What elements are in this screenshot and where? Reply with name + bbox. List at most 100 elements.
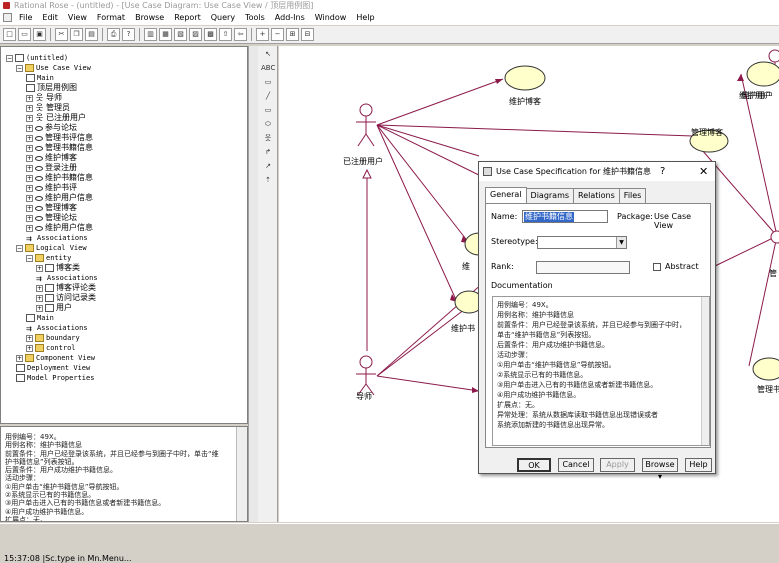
tree-item[interactable]: 顶层用例图 [26, 83, 77, 93]
expand-toggle-icon[interactable]: + [26, 224, 33, 232]
browse-parent-icon[interactable]: ⇧ [219, 28, 232, 41]
rank-field[interactable] [536, 261, 630, 274]
ok-button[interactable]: OK [517, 458, 551, 472]
expand-toggle-icon[interactable]: + [26, 344, 33, 352]
help-icon[interactable]: ? [660, 162, 665, 181]
expand-toggle-icon[interactable]: + [26, 204, 33, 212]
association-tool-icon[interactable]: ↱ [261, 146, 275, 158]
view-docs-icon[interactable]: ▥ [144, 28, 157, 41]
menu-format[interactable]: Format [92, 11, 130, 25]
tree-item[interactable]: Main [26, 313, 54, 323]
close-icon[interactable]: ✕ [699, 162, 708, 181]
tree-item[interactable]: Model Properties [16, 373, 94, 383]
dialog-title-bar[interactable]: Use Case Specification for 维护书籍信息 ? ✕ [479, 162, 715, 181]
menu-browse[interactable]: Browse [130, 11, 169, 25]
abstract-checkbox[interactable] [653, 263, 661, 271]
expand-toggle-icon[interactable]: + [26, 194, 33, 202]
tree-item[interactable]: ⇉ Associations [26, 233, 88, 243]
paste-icon[interactable]: ▤ [85, 28, 98, 41]
tree-item[interactable]: + 参与论坛 [26, 123, 77, 133]
selection-tool-icon[interactable]: ↖ [261, 48, 275, 60]
browse-class-diagram-icon[interactable]: ▦ [159, 28, 172, 41]
save-icon[interactable]: ▣ [33, 28, 46, 41]
tree-item[interactable]: + 管理书评信息 [26, 133, 93, 143]
tree-item[interactable]: + 维护用户信息 [26, 193, 93, 203]
menu-addins[interactable]: Add-Ins [270, 11, 310, 25]
usecase-maintain-blog[interactable] [504, 65, 546, 91]
expand-toggle-icon[interactable]: + [26, 214, 33, 222]
note-tool-icon[interactable]: ▭ [261, 76, 275, 88]
tree-item[interactable]: + 管理书籍信息 [26, 143, 93, 153]
tree-item[interactable]: + 管理论坛 [26, 213, 77, 223]
browse-interaction-icon[interactable]: ▧ [174, 28, 187, 41]
tree-root[interactable]: − (untitled) [6, 53, 68, 63]
documentation-textarea[interactable]: 用例编号：49X。 用例名称：维护书籍信息 前置条件：用户已经登录该系统，并且已经参… [492, 296, 710, 446]
tree-item[interactable]: Main [26, 73, 54, 83]
context-help-icon[interactable]: ? [122, 28, 135, 41]
zoom-out-icon[interactable]: − [271, 28, 284, 41]
expand-toggle-icon[interactable]: + [26, 124, 33, 132]
dependency-tool-icon[interactable]: ↗ [261, 160, 275, 172]
tree-item[interactable]: + 博客类 [36, 263, 80, 273]
new-icon[interactable]: □ [3, 28, 16, 41]
usecase-tool-icon[interactable]: ⬭ [261, 118, 275, 130]
actor-mentor[interactable] [356, 355, 376, 396]
window-system-icon[interactable] [3, 13, 12, 22]
tree-item[interactable]: + 维护博客 [26, 153, 77, 163]
expand-toggle-icon[interactable]: + [26, 164, 33, 172]
tree-item[interactable]: + 웃 导师 [26, 93, 62, 103]
text-tool-icon[interactable]: ABC [261, 62, 275, 74]
tree-item[interactable]: − Logical View [16, 243, 87, 253]
expand-toggle-icon[interactable]: + [16, 354, 23, 362]
browser-splitter[interactable] [248, 46, 258, 522]
tree-item[interactable]: + boundary [26, 333, 80, 343]
tab-files[interactable]: Files [618, 188, 647, 203]
tab-general[interactable]: General [485, 187, 527, 203]
menu-edit[interactable]: Edit [37, 11, 63, 25]
tree-item[interactable]: + 访问记录类 [36, 293, 96, 303]
menu-query[interactable]: Query [206, 11, 240, 25]
expand-toggle-icon[interactable]: + [36, 264, 43, 272]
apply-button[interactable]: Apply [600, 458, 635, 472]
generalization-tool-icon[interactable]: ⇡ [261, 174, 275, 186]
actor-registered-user[interactable] [356, 103, 376, 147]
actor-admin[interactable] [770, 230, 779, 244]
tree-item[interactable]: + 用户 [36, 303, 72, 313]
usecase-manage-book[interactable] [752, 357, 779, 381]
print-icon[interactable]: ⎙ [107, 28, 120, 41]
menu-view[interactable]: View [63, 11, 92, 25]
menu-window[interactable]: Window [310, 11, 352, 25]
tree-item[interactable]: − Use Case View [16, 63, 91, 73]
expand-toggle-icon[interactable]: + [26, 334, 33, 342]
tree-item[interactable]: ⇉ Associations [26, 323, 88, 333]
tree-item[interactable]: + 维护用户信息 [26, 223, 93, 233]
help-button[interactable]: Help [685, 458, 712, 472]
tree-item[interactable]: + 登录注册 [26, 163, 77, 173]
menu-report[interactable]: Report [169, 11, 206, 25]
expand-toggle-icon[interactable]: + [26, 174, 33, 182]
browse-previous-icon[interactable]: ⇦ [234, 28, 247, 41]
tree-item[interactable]: + 维护书籍信息 [26, 173, 93, 183]
expand-toggle-icon[interactable]: + [26, 154, 33, 162]
anchor-note-tool-icon[interactable]: ╱ [261, 90, 275, 102]
menu-tools[interactable]: Tools [240, 11, 270, 25]
expand-toggle-icon[interactable]: + [26, 184, 33, 192]
usecase-maintain-user[interactable] [746, 61, 779, 87]
expand-toggle-icon[interactable]: + [26, 134, 33, 142]
expand-toggle-icon[interactable]: + [26, 144, 33, 152]
copy-icon[interactable]: ❐ [70, 28, 83, 41]
tree-item[interactable]: + 博客评论类 [36, 283, 96, 293]
tab-diagrams[interactable]: Diagrams [525, 188, 575, 203]
zoom-in-icon[interactable]: + [256, 28, 269, 41]
expand-toggle-icon[interactable]: − [16, 64, 23, 72]
undo-fit-icon[interactable]: ⊟ [301, 28, 314, 41]
documentation-scrollbar[interactable] [236, 427, 247, 521]
tree-item[interactable]: + 웃 管理员 [26, 103, 70, 113]
tree-item[interactable]: ⇉ Associations [36, 273, 98, 283]
browse-button[interactable]: Browse ▾ [642, 458, 678, 481]
name-field[interactable]: 维护书籍信息 [522, 210, 608, 223]
expand-toggle-icon[interactable]: + [26, 94, 33, 102]
tree-item[interactable]: + 웃 已注册用户 [26, 113, 86, 123]
documentation-scrollbar[interactable] [701, 297, 709, 445]
cut-icon[interactable]: ✂ [55, 28, 68, 41]
